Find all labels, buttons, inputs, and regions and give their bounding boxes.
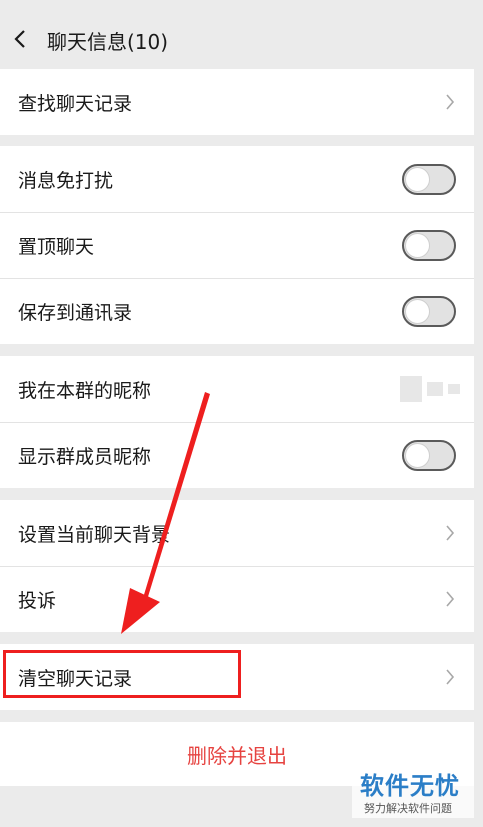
mute-toggle[interactable] bbox=[402, 163, 456, 195]
set-chat-background-label: 设置当前聊天背景 bbox=[18, 523, 171, 546]
complain-row[interactable]: 投诉 bbox=[0, 566, 474, 632]
show-member-nicknames-toggle[interactable] bbox=[402, 439, 456, 471]
chevron-right-icon bbox=[446, 669, 455, 685]
delete-and-exit-label: 删除并退出 bbox=[187, 743, 287, 768]
save-to-contacts-toggle[interactable] bbox=[402, 295, 456, 327]
watermark-subtitle: 努力解决软件问题 bbox=[364, 802, 452, 815]
misc-group: 设置当前聊天背景 投诉 bbox=[0, 500, 474, 632]
toggle-knob bbox=[405, 442, 430, 468]
complain-label: 投诉 bbox=[18, 589, 57, 612]
annotation-highlight-box bbox=[3, 650, 241, 698]
page-title: 聊天信息(10) bbox=[47, 30, 169, 54]
pin-chat-label: 置顶聊天 bbox=[18, 235, 95, 258]
pin-chat-toggle[interactable] bbox=[402, 229, 456, 261]
blurred-nickname-value bbox=[400, 376, 460, 402]
toggles-group: 消息免打扰 置顶聊天 保存到通讯录 bbox=[0, 146, 474, 344]
toggle-knob bbox=[405, 298, 430, 324]
watermark-title: 软件无忧 bbox=[360, 772, 460, 800]
watermark: 软件无忧 努力解决软件问题 bbox=[352, 762, 474, 818]
search-chat-history-label: 查找聊天记录 bbox=[18, 92, 133, 115]
mute-row: 消息免打扰 bbox=[0, 146, 474, 212]
my-group-nickname-label: 我在本群的昵称 bbox=[18, 379, 152, 402]
show-member-nicknames-label: 显示群成员昵称 bbox=[18, 445, 152, 468]
chevron-right-icon bbox=[446, 591, 455, 607]
set-chat-background-row[interactable]: 设置当前聊天背景 bbox=[0, 500, 474, 566]
chevron-left-icon[interactable] bbox=[13, 29, 29, 49]
mute-label: 消息免打扰 bbox=[18, 169, 114, 192]
search-chat-history-row[interactable]: 查找聊天记录 bbox=[0, 69, 474, 135]
header-bar: 聊天信息(10) bbox=[0, 0, 483, 68]
toggle-knob bbox=[405, 232, 430, 258]
my-group-nickname-row[interactable]: 我在本群的昵称 bbox=[0, 356, 474, 422]
show-member-nicknames-row: 显示群成员昵称 bbox=[0, 422, 474, 488]
chevron-right-icon bbox=[446, 525, 455, 541]
nickname-group: 我在本群的昵称 显示群成员昵称 bbox=[0, 356, 474, 488]
save-to-contacts-row: 保存到通讯录 bbox=[0, 278, 474, 344]
save-to-contacts-label: 保存到通讯录 bbox=[18, 301, 133, 324]
chevron-right-icon bbox=[446, 94, 455, 110]
pin-chat-row: 置顶聊天 bbox=[0, 212, 474, 278]
toggle-knob bbox=[405, 166, 430, 192]
search-group: 查找聊天记录 bbox=[0, 69, 474, 135]
